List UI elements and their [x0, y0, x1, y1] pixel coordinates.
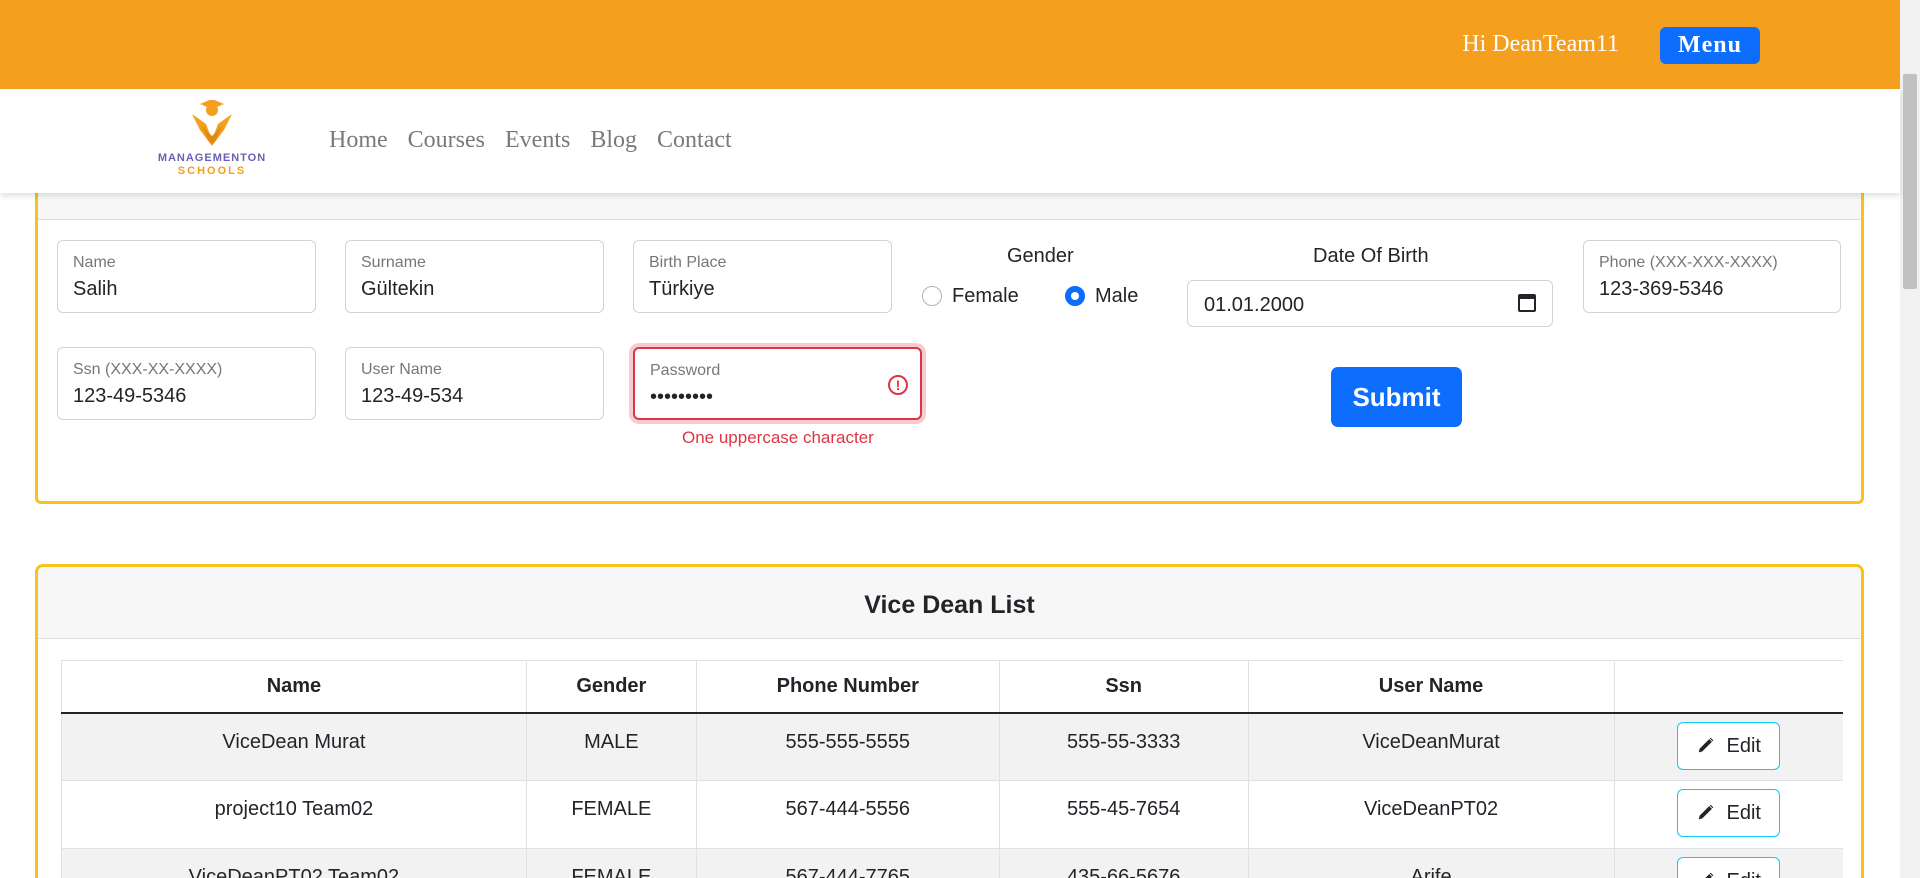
main-navbar: MANAGEMENTON SCHOOLS Home Courses Events… — [0, 89, 1900, 193]
column-header-gender: Gender — [525, 660, 697, 714]
name-label: Name — [73, 254, 116, 271]
table-row: ViceDean Murat MALE 555-555-5555 555-55-… — [61, 712, 1843, 781]
cell-ssn: 555-55-3333 — [998, 712, 1249, 781]
nav-home[interactable]: Home — [329, 127, 388, 154]
submit-button[interactable]: Submit — [1331, 367, 1462, 427]
table-row: ViceDeanPT02 Team02 FEMALE 567-444-7765 … — [61, 848, 1843, 878]
gender-female-label[interactable]: Female — [952, 285, 1019, 308]
error-icon: ! — [888, 375, 908, 395]
birth-place-label: Birth Place — [649, 254, 727, 271]
menu-button[interactable]: Menu — [1660, 27, 1760, 64]
password-field[interactable]: Password ••••••••• ! — [633, 347, 922, 420]
vice-dean-table: Name Gender Phone Number Ssn User Name V… — [61, 660, 1843, 878]
cell-name: ViceDeanPT02 Team02 — [61, 848, 527, 878]
column-header-username: User Name — [1247, 660, 1614, 714]
ssn-label: Ssn (XXX-XX-XXXX) — [73, 361, 223, 378]
ssn-value: 123-49-5346 — [73, 385, 187, 407]
password-value: ••••••••• — [650, 386, 714, 408]
column-header-phone: Phone Number — [695, 660, 1000, 714]
card-header-strip — [38, 193, 1861, 220]
logo-text-primary: MANAGEMENTON — [157, 152, 267, 164]
name-field[interactable]: Name Salih — [57, 240, 316, 313]
cell-name: project10 Team02 — [61, 780, 527, 849]
nav-contact[interactable]: Contact — [657, 127, 732, 154]
cell-actions: Edit — [1613, 712, 1843, 781]
cell-phone: 567-444-7765 — [695, 848, 1000, 878]
phone-value: 123-369-5346 — [1599, 278, 1724, 300]
date-of-birth-input[interactable]: 01.01.2000 — [1187, 280, 1553, 327]
edit-button[interactable]: Edit — [1677, 857, 1781, 878]
page-scrollbar[interactable] — [1900, 0, 1920, 878]
gender-male-radio[interactable] — [1065, 286, 1085, 306]
top-bar: Hi DeanTeam11 Menu — [0, 0, 1900, 89]
pencil-icon — [1697, 803, 1715, 821]
cell-username: Arife — [1247, 848, 1614, 878]
cell-actions: Edit — [1613, 780, 1843, 849]
nav-events[interactable]: Events — [505, 127, 570, 154]
user-greeting: Hi DeanTeam11 — [1462, 31, 1619, 57]
phone-field[interactable]: Phone (XXX-XXX-XXXX) 123-369-5346 — [1583, 240, 1841, 313]
gender-label: Gender — [1007, 245, 1074, 267]
cell-phone: 555-555-5555 — [695, 712, 1000, 781]
table-row: project10 Team02 FEMALE 567-444-5556 555… — [61, 780, 1843, 849]
birth-place-value: Türkiye — [649, 278, 715, 300]
cell-ssn: 555-45-7654 — [998, 780, 1249, 849]
logo-text-secondary: SCHOOLS — [177, 165, 247, 177]
edit-button[interactable]: Edit — [1677, 789, 1781, 837]
gender-male-label[interactable]: Male — [1095, 285, 1138, 308]
cell-ssn: 435-66-5676 — [998, 848, 1249, 878]
cell-username: ViceDeanMurat — [1247, 712, 1614, 781]
date-of-birth-label: Date Of Birth — [1313, 245, 1429, 267]
list-title: Vice Dean List — [864, 591, 1035, 619]
password-label: Password — [650, 362, 721, 379]
cell-username: ViceDeanPT02 — [1247, 780, 1614, 849]
surname-field[interactable]: Surname Gültekin — [345, 240, 604, 313]
column-header-actions — [1613, 660, 1843, 714]
pencil-icon — [1697, 735, 1715, 753]
name-value: Salih — [73, 278, 118, 300]
list-header: Vice Dean List — [38, 567, 1861, 639]
birth-place-field[interactable]: Birth Place Türkiye — [633, 240, 892, 313]
table-header-row: Name Gender Phone Number Ssn User Name — [61, 660, 1843, 714]
pencil-icon — [1703, 871, 1715, 878]
surname-value: Gültekin — [361, 278, 435, 300]
password-error-message: One uppercase character — [682, 428, 874, 447]
gender-female-radio[interactable] — [922, 286, 942, 306]
cell-phone: 567-444-5556 — [695, 780, 1000, 849]
column-header-ssn: Ssn — [998, 660, 1249, 714]
nav-blog[interactable]: Blog — [590, 127, 637, 154]
cell-gender: MALE — [525, 712, 697, 781]
username-value: 123-49-534 — [361, 385, 464, 407]
school-logo[interactable]: MANAGEMENTON SCHOOLS — [146, 99, 278, 180]
username-label: User Name — [361, 361, 442, 378]
cell-gender: FEMALE — [525, 848, 697, 878]
calendar-icon[interactable] — [1518, 294, 1536, 312]
ssn-field[interactable]: Ssn (XXX-XX-XXXX) 123-49-5346 — [57, 347, 316, 420]
edit-button[interactable]: Edit — [1677, 721, 1781, 770]
cell-name: ViceDean Murat — [61, 712, 527, 781]
logo-emblem-icon — [192, 99, 232, 146]
date-of-birth-value: 01.01.2000 — [1204, 294, 1305, 316]
edit-label: Edit — [1726, 734, 1761, 757]
surname-label: Surname — [361, 254, 426, 271]
edit-label: Edit — [1726, 802, 1761, 824]
scrollbar-thumb[interactable] — [1903, 74, 1917, 289]
vice-dean-list-card: Vice Dean List Name Gender Phone Number … — [35, 564, 1864, 878]
username-field[interactable]: User Name 123-49-534 — [345, 347, 604, 420]
phone-label: Phone (XXX-XXX-XXXX) — [1599, 254, 1778, 271]
cell-gender: FEMALE — [525, 780, 697, 849]
cell-actions: Edit — [1613, 848, 1843, 878]
column-header-name: Name — [61, 660, 527, 714]
nav-links: Home Courses Events Blog Contact — [329, 127, 732, 154]
edit-label: Edit — [1727, 870, 1761, 878]
nav-courses[interactable]: Courses — [408, 127, 485, 154]
